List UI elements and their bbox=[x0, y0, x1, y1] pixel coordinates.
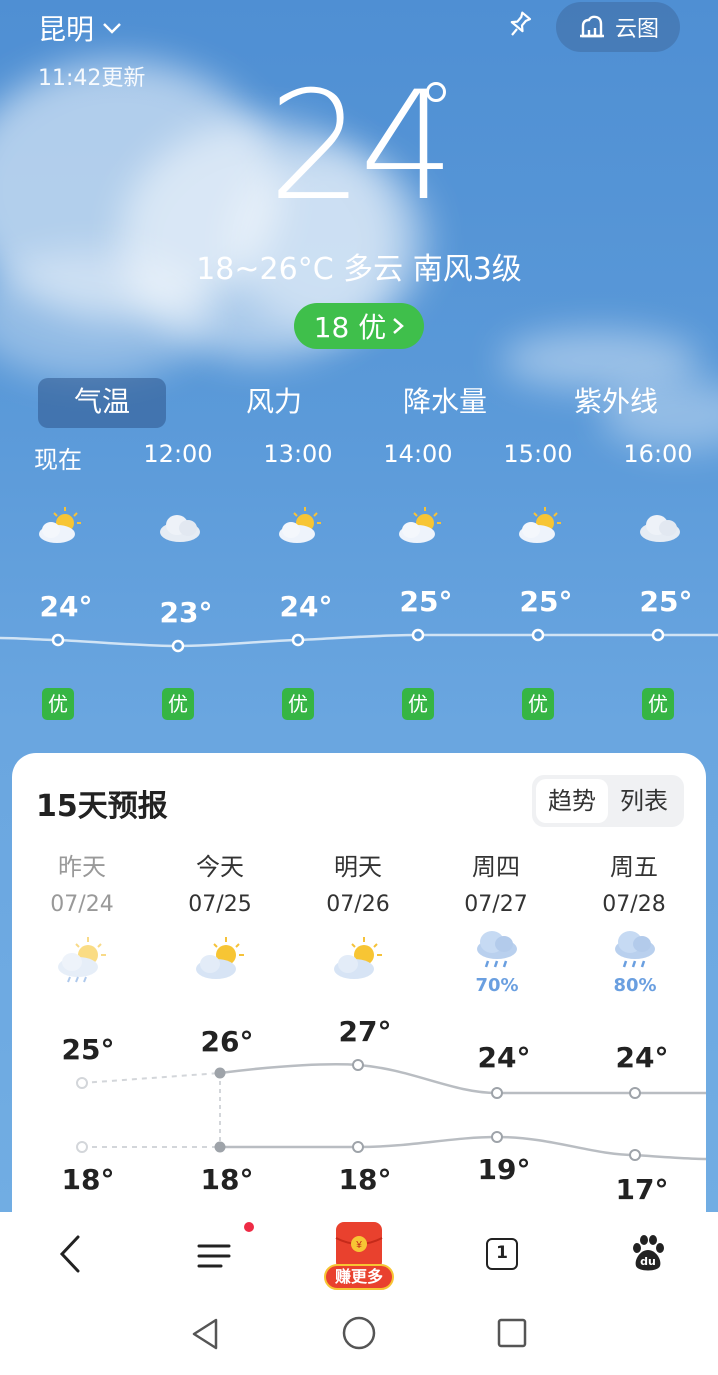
svg-text:¥: ¥ bbox=[355, 1240, 362, 1251]
hour-item: 13:00 bbox=[248, 440, 348, 468]
hour-temp: 25° bbox=[639, 585, 693, 618]
day-date: 07/27 bbox=[464, 892, 528, 917]
day-low-temp: 19° bbox=[477, 1153, 531, 1186]
menu-icon bbox=[197, 1244, 231, 1268]
hour-aqi-badge: 优 bbox=[402, 688, 434, 720]
tabs-count-button[interactable]: 1 bbox=[486, 1238, 518, 1270]
day-name: 周五 bbox=[610, 853, 658, 881]
day-date: 07/26 bbox=[326, 892, 390, 917]
hour-time: 14:00 bbox=[383, 440, 453, 468]
hour-aqi-badge: 优 bbox=[642, 688, 674, 720]
chevron-down-icon bbox=[103, 23, 121, 34]
day-item[interactable]: 昨天 07/24 bbox=[22, 847, 142, 917]
tab-wind[interactable]: 风力 bbox=[210, 378, 338, 428]
hour-temp: 24° bbox=[279, 590, 333, 623]
current-temperature: 24 bbox=[268, 60, 455, 234]
weather-summary: 18~26°C 多云 南风3级 bbox=[196, 252, 522, 287]
forecast-title: 15天预报 bbox=[36, 789, 168, 824]
day-name: 周四 bbox=[472, 853, 520, 881]
hourly-temp-curve bbox=[0, 628, 718, 653]
day-low-temp: 18° bbox=[338, 1163, 392, 1196]
cloud-map-icon bbox=[579, 15, 604, 38]
hour-item: 12:00 bbox=[128, 440, 228, 468]
sunny-cloudy-icon bbox=[519, 507, 561, 543]
hour-temp: 24° bbox=[39, 590, 93, 623]
toggle-trend[interactable]: 趋势 bbox=[536, 779, 608, 823]
hour-item: 16:00 bbox=[608, 440, 708, 468]
day-item[interactable]: 周五 07/28 bbox=[574, 847, 694, 917]
day-low-temp: 17° bbox=[615, 1173, 669, 1206]
day-date: 07/25 bbox=[188, 892, 252, 917]
sunny-cloudy-icon bbox=[334, 937, 382, 979]
hour-time: 12:00 bbox=[143, 440, 213, 468]
city-name: 昆明 bbox=[38, 13, 95, 46]
baidu-button[interactable]: du bbox=[628, 1234, 668, 1274]
aqi-badge[interactable]: 18 优 bbox=[294, 303, 424, 349]
daily-temp-trend bbox=[76, 1059, 706, 1161]
day-item[interactable]: 周四 07/27 bbox=[436, 847, 556, 917]
sunny-cloudy-icon bbox=[196, 937, 244, 979]
pin-icon[interactable] bbox=[504, 10, 534, 40]
hourly-forecast: 现在 12:00 13:00 14:00 15:00 16:00 24° 23°… bbox=[0, 430, 718, 730]
rain-probability: 80% bbox=[613, 975, 657, 996]
sunny-cloudy-icon bbox=[279, 507, 321, 543]
day-name: 明天 bbox=[334, 853, 382, 881]
day-item[interactable]: 今天 07/25 bbox=[160, 847, 280, 917]
sunny-cloudy-icon bbox=[39, 507, 81, 543]
cloud-map-label: 云图 bbox=[614, 17, 659, 42]
day-low-temp: 18° bbox=[200, 1163, 254, 1196]
hour-aqi-badge: 优 bbox=[522, 688, 554, 720]
tab-precipitation[interactable]: 降水量 bbox=[381, 378, 509, 428]
menu-button[interactable] bbox=[196, 1222, 254, 1276]
red-packet-label: 赚更多 bbox=[324, 1264, 394, 1290]
tab-temperature[interactable]: 气温 bbox=[38, 378, 166, 428]
day-name: 昨天 bbox=[58, 853, 106, 881]
cloudy-icon bbox=[160, 515, 200, 542]
hour-aqi-badge: 优 bbox=[42, 688, 74, 720]
day-date: 07/28 bbox=[602, 892, 666, 917]
hourly-tabs: 气温 风力 降水量 紫外线 bbox=[0, 378, 718, 428]
day-low-temp: 18° bbox=[61, 1163, 115, 1196]
day-name: 今天 bbox=[196, 853, 244, 881]
day-item[interactable]: 明天 07/26 bbox=[298, 847, 418, 917]
tab-uv[interactable]: 紫外线 bbox=[552, 378, 680, 428]
baidu-paw-icon bbox=[633, 1235, 664, 1271]
day-date: 07/24 bbox=[50, 892, 114, 917]
aqi-value: 18 优 bbox=[313, 311, 387, 344]
back-icon[interactable] bbox=[56, 1234, 84, 1274]
system-back-icon[interactable] bbox=[188, 1316, 222, 1352]
cloudy-icon bbox=[640, 515, 680, 542]
hour-time: 15:00 bbox=[503, 440, 573, 468]
baidu-label: du bbox=[640, 1255, 656, 1268]
update-time: 11:42更新 bbox=[38, 66, 146, 91]
hour-time: 16:00 bbox=[623, 440, 693, 468]
chevron-right-icon bbox=[393, 318, 405, 334]
cloud-map-button[interactable]: 云图 bbox=[556, 2, 680, 52]
forecast-card: 15天预报 趋势 列表 昨天 07/24 今天 07/25 明天 07/26 周… bbox=[12, 753, 706, 1273]
hour-item: 14:00 bbox=[368, 440, 468, 468]
system-home-icon[interactable] bbox=[341, 1315, 377, 1351]
red-packet-button[interactable]: ¥ 赚更多 bbox=[322, 1220, 396, 1292]
day-high-temp: 27° bbox=[338, 1015, 392, 1048]
hour-time: 13:00 bbox=[263, 440, 333, 468]
system-recents-icon[interactable] bbox=[496, 1317, 528, 1349]
view-toggle: 趋势 列表 bbox=[532, 775, 684, 827]
city-selector[interactable]: 昆明 bbox=[38, 8, 122, 48]
hour-aqi-badge: 优 bbox=[282, 688, 314, 720]
hour-item: 现在 bbox=[8, 440, 108, 475]
hour-aqi-badge: 优 bbox=[162, 688, 194, 720]
hour-temp: 25° bbox=[519, 585, 573, 618]
rain-probability: 70% bbox=[475, 975, 519, 996]
hour-time: 现在 bbox=[34, 446, 82, 474]
toggle-list[interactable]: 列表 bbox=[608, 779, 680, 823]
sunny-cloudy-rain-icon bbox=[58, 937, 106, 983]
degree-symbol bbox=[426, 82, 446, 102]
rain-icon bbox=[477, 931, 517, 968]
hour-item: 15:00 bbox=[488, 440, 588, 468]
notification-dot bbox=[244, 1222, 254, 1232]
hour-temp: 25° bbox=[399, 585, 453, 618]
rain-icon bbox=[615, 931, 655, 968]
bottom-bar: ¥ 赚更多 1 du bbox=[0, 1212, 718, 1375]
sunny-cloudy-icon bbox=[399, 507, 441, 543]
